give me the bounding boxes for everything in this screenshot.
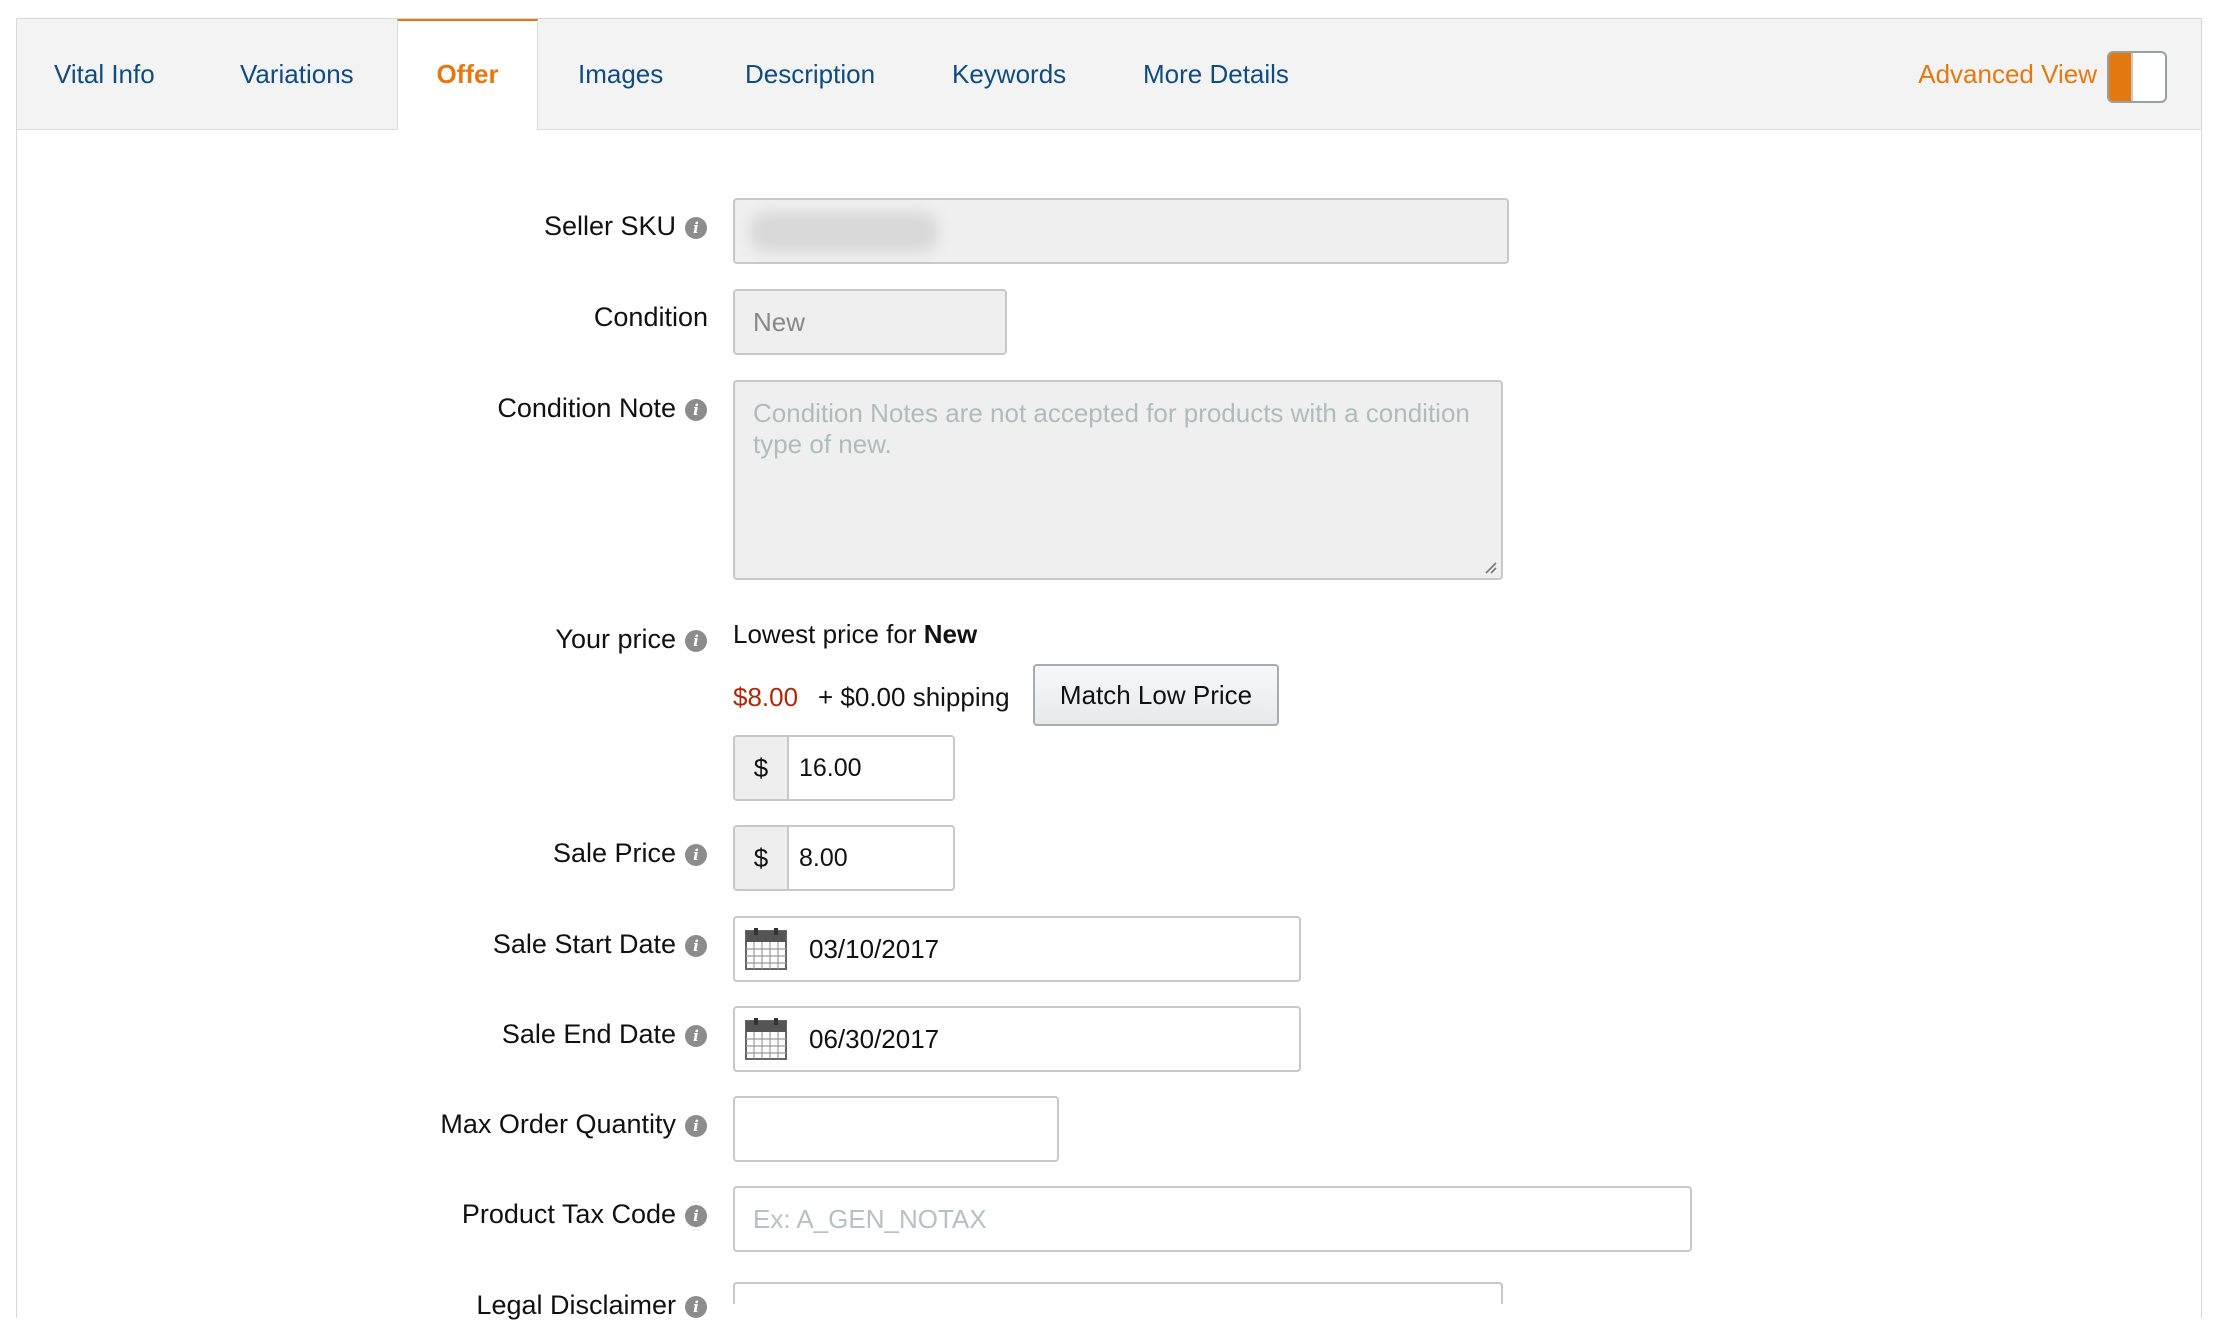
sale-price-info-icon[interactable]: i — [685, 844, 707, 866]
lowest-price-text: Lowest price for New — [733, 619, 977, 650]
legal-disclaimer-info-icon[interactable]: i — [685, 1296, 707, 1318]
tab-keywords[interactable]: Keywords — [952, 19, 1066, 129]
condition-note-label: Condition Note — [497, 393, 676, 423]
low-price-value: $8.00 — [733, 682, 799, 712]
your-price-input[interactable]: $ 16.00 — [733, 735, 955, 801]
toggle-on-indicator — [2109, 53, 2131, 101]
your-price-info-icon[interactable]: i — [685, 630, 707, 652]
legal-disclaimer-label: Legal Disclaimer — [476, 1290, 676, 1320]
sale-price-value: 8.00 — [799, 843, 848, 872]
your-price-label: Your price — [555, 624, 676, 654]
sale-start-date-label: Sale Start Date — [492, 929, 676, 959]
tab-offer[interactable]: Offer — [397, 19, 538, 130]
advanced-view-toggle[interactable] — [2107, 51, 2167, 103]
max-order-quantity-input[interactable] — [733, 1096, 1059, 1162]
legal-disclaimer-input[interactable] — [733, 1282, 1503, 1304]
currency-symbol: $ — [735, 827, 789, 889]
sale-start-date-info-icon[interactable]: i — [685, 935, 707, 957]
tab-variations[interactable]: Variations — [240, 19, 354, 129]
lowest-price-condition: New — [923, 619, 978, 649]
shipping-cost: + $0.00 shipping — [818, 682, 1010, 712]
tab-more-details[interactable]: More Details — [1143, 19, 1289, 129]
calendar-icon[interactable] — [745, 1018, 787, 1060]
sale-price-input[interactable]: $ 8.00 — [733, 825, 955, 891]
product-tax-code-input[interactable]: Ex: A_GEN_NOTAX — [733, 1186, 1692, 1252]
tab-vital-info[interactable]: Vital Info — [54, 19, 155, 129]
condition-label: Condition — [593, 302, 708, 332]
your-price-value: 16.00 — [799, 753, 862, 782]
resize-handle-icon[interactable] — [1483, 560, 1497, 574]
toggle-divider — [2131, 53, 2133, 101]
condition-note-textarea[interactable]: Condition Notes are not accepted for pro… — [733, 380, 1503, 580]
match-low-price-button[interactable]: Match Low Price — [1033, 664, 1279, 726]
sale-end-date-value: 06/30/2017 — [809, 1023, 940, 1054]
max-order-quantity-info-icon[interactable]: i — [685, 1115, 707, 1137]
product-tax-code-placeholder: Ex: A_GEN_NOTAX — [753, 1203, 987, 1234]
tab-images[interactable]: Images — [578, 19, 663, 129]
sale-end-date-info-icon[interactable]: i — [685, 1025, 707, 1047]
max-order-quantity-label: Max Order Quantity — [440, 1109, 676, 1139]
tab-bar: Vital Info Variations Offer Images Descr… — [17, 19, 2201, 130]
redacted-sku-value — [749, 212, 939, 252]
seller-sku-label: Seller SKU — [543, 211, 676, 241]
tab-description[interactable]: Description — [745, 19, 875, 129]
product-tax-code-label: Product Tax Code — [461, 1199, 676, 1229]
sale-start-date-input[interactable]: 03/10/2017 — [733, 916, 1301, 982]
condition-note-placeholder: Condition Notes are not accepted for pro… — [753, 398, 1470, 459]
seller-sku-info-icon[interactable]: i — [685, 217, 707, 239]
product-tax-code-info-icon[interactable]: i — [685, 1205, 707, 1227]
sale-end-date-label: Sale End Date — [501, 1019, 676, 1049]
sale-end-date-input[interactable]: 06/30/2017 — [733, 1006, 1301, 1072]
calendar-icon[interactable] — [745, 928, 787, 970]
sale-start-date-value: 03/10/2017 — [809, 933, 940, 964]
condition-value: New — [753, 306, 806, 337]
condition-field[interactable]: New — [733, 289, 1007, 355]
lowest-price-prefix: Lowest price for — [733, 619, 917, 649]
seller-sku-field[interactable] — [733, 198, 1509, 264]
advanced-view-label[interactable]: Advanced View — [1918, 19, 2097, 129]
currency-symbol: $ — [735, 737, 789, 799]
condition-note-info-icon[interactable]: i — [685, 399, 707, 421]
sale-price-label: Sale Price — [552, 838, 676, 868]
